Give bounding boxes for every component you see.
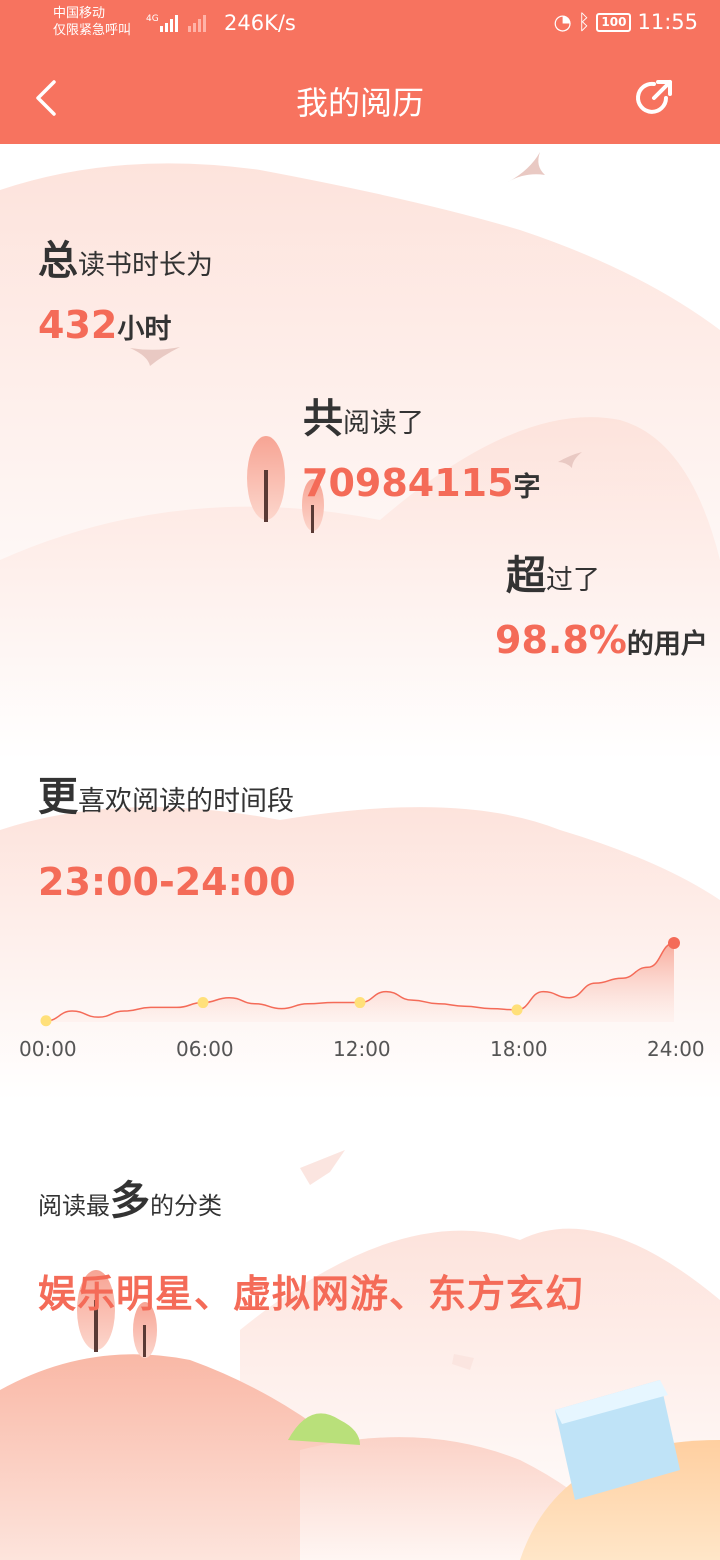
- chart-tick-marker: [511, 1004, 523, 1016]
- chart-tick-marker: [354, 997, 366, 1009]
- rank-heading: 超过了: [506, 543, 600, 601]
- categories-heading: 阅读最多的分类: [38, 1168, 222, 1226]
- total-time-value-row: 432小时: [38, 303, 171, 347]
- chart-peak-point: [668, 937, 680, 949]
- total-time-heading: 总读书时长为: [38, 228, 213, 286]
- x-tick-label: 24:00: [647, 1037, 705, 1061]
- chart-area: [46, 943, 674, 1022]
- battery-icon: 100: [596, 12, 632, 32]
- bluetooth-icon: ᛒ: [577, 10, 591, 34]
- carrier-info: 中国移动 仅限紧急呼叫: [53, 5, 131, 39]
- total-time-value: 432: [38, 303, 118, 347]
- categories-emphasis: 多: [110, 1178, 150, 1224]
- categories-suffix: 的分类: [150, 1192, 222, 1220]
- total-words-lead: 共: [303, 396, 343, 442]
- favorite-time-label: 喜欢阅读的时间段: [78, 786, 294, 817]
- rank-label: 过了: [546, 565, 600, 596]
- chart-tick-marker: [40, 1015, 52, 1027]
- x-tick-label: 18:00: [490, 1037, 548, 1061]
- total-time-lead: 总: [38, 238, 78, 284]
- total-words-label: 阅读了: [343, 408, 424, 439]
- network-type-label: 4G: [146, 14, 159, 24]
- decorative-landscape: [0, 152, 720, 1560]
- nfc-icon: ◔: [553, 10, 572, 34]
- rank-value: 98.8%: [495, 618, 627, 662]
- carrier-status: 仅限紧急呼叫: [53, 23, 132, 38]
- x-tick-label: 12:00: [333, 1037, 391, 1061]
- total-words-unit: 字: [513, 472, 541, 503]
- total-time-label: 读书时长为: [78, 250, 213, 281]
- network-speed: 246K/s: [224, 11, 296, 35]
- status-right: ◔ ᛒ 100 11:55: [553, 10, 698, 34]
- page-title: 我的阅历: [295, 84, 424, 122]
- reading-time-chart: [40, 937, 680, 1027]
- rank-lead: 超: [506, 553, 546, 599]
- x-tick-label: 00:00: [19, 1037, 77, 1061]
- share-icon[interactable]: [632, 76, 676, 120]
- favorite-time-heading: 更喜欢阅读的时间段: [38, 764, 294, 822]
- x-tick-label: 06:00: [176, 1037, 234, 1061]
- categories-prefix: 阅读最: [38, 1192, 110, 1220]
- total-time-unit: 小时: [117, 314, 172, 345]
- clock: 11:55: [637, 10, 698, 34]
- favorite-time-lead: 更: [38, 774, 78, 820]
- total-words-heading: 共阅读了: [303, 386, 424, 444]
- status-bar: 中国移动 仅限紧急呼叫 4G 246K/s ◔ ᛒ 100 11:55: [0, 0, 720, 50]
- title-bar: 我的阅历: [0, 50, 720, 144]
- favorite-time-value: 23:00-24:00: [38, 860, 296, 904]
- rank-unit: 的用户: [626, 629, 708, 660]
- signal-icon: 4G: [146, 14, 206, 32]
- rank-value-row: 98.8%的用户: [495, 618, 708, 662]
- total-words-value: 70984115: [302, 461, 514, 505]
- top-categories: 娱乐明星、虚拟网游、东方玄幻: [38, 1272, 585, 1316]
- carrier-name: 中国移动: [53, 6, 106, 21]
- chart-tick-marker: [197, 997, 209, 1009]
- total-words-value-row: 70984115字: [302, 461, 541, 505]
